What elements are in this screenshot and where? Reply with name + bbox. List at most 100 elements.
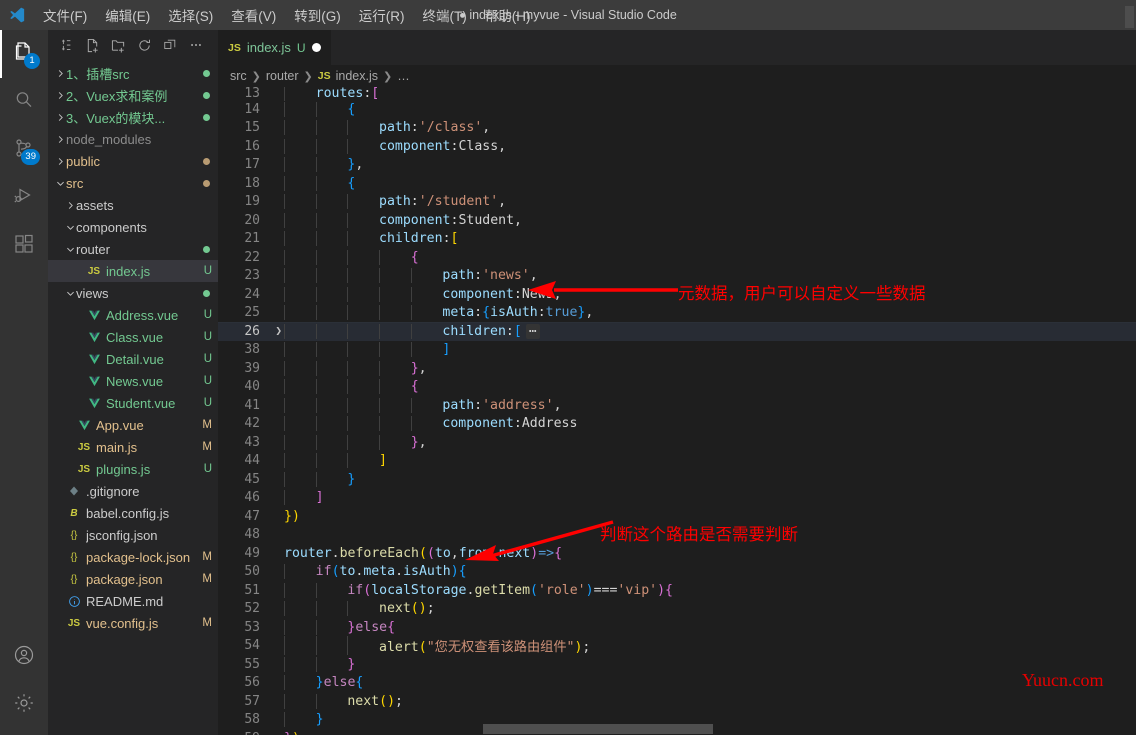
code-line[interactable]: 46] xyxy=(218,489,1136,508)
menu-file[interactable]: 文件(F) xyxy=(34,1,96,29)
menu-go[interactable]: 转到(G) xyxy=(285,1,350,29)
tree-folder-row[interactable]: router xyxy=(48,238,218,260)
code-line[interactable]: 17}, xyxy=(218,156,1136,175)
collapse-all-icon[interactable] xyxy=(162,37,178,53)
code-line[interactable]: 50 if(to.meta.isAuth){ xyxy=(218,563,1136,582)
more-actions-icon[interactable] xyxy=(188,37,204,53)
menu-run[interactable]: 运行(R) xyxy=(350,1,414,29)
code-line[interactable]: 40 { xyxy=(218,378,1136,397)
code-line[interactable]: 39}, xyxy=(218,359,1136,378)
tree-file-row[interactable]: App.vue M xyxy=(48,414,218,436)
code-line[interactable]: 15 path:'/class', xyxy=(218,119,1136,138)
code-line[interactable]: 16 component:Class, xyxy=(218,137,1136,156)
code-line[interactable]: 14 { xyxy=(218,100,1136,119)
code-line[interactable]: 55} xyxy=(218,655,1136,674)
code-line[interactable]: 42 component:Address xyxy=(218,415,1136,434)
code-line[interactable]: 54 alert("您无权查看该路由组件"); xyxy=(218,636,1136,656)
code-line[interactable]: 43}, xyxy=(218,433,1136,452)
chevron-right-icon[interactable] xyxy=(54,156,66,167)
chevron-right-icon[interactable] xyxy=(54,68,66,79)
tree-file-row[interactable]: {} jsconfig.json xyxy=(48,524,218,546)
code-line[interactable]: 22 { xyxy=(218,248,1136,267)
tree-file-row[interactable]: {} package-lock.json M xyxy=(48,546,218,568)
activitybar-settings[interactable] xyxy=(0,681,48,729)
code-line[interactable]: 48 xyxy=(218,526,1136,545)
chevron-right-icon[interactable] xyxy=(64,200,76,211)
code-line[interactable]: 21 children:[ xyxy=(218,230,1136,249)
tree-file-row[interactable]: JS vue.config.js M xyxy=(48,612,218,634)
tree-folder-row[interactable]: components xyxy=(48,216,218,238)
tree-file-row[interactable]: Detail.vue U xyxy=(48,348,218,370)
editor-horizontal-scrollbar[interactable] xyxy=(218,723,1136,735)
file-tree[interactable]: 1、插槽src 2、Vuex求和案例 3、Vuex的模块... node_module… xyxy=(48,60,218,735)
tree-file-row[interactable]: Bbabel.config.js xyxy=(48,502,218,524)
activitybar-search[interactable] xyxy=(0,78,48,126)
code-line[interactable]: 53}else{ xyxy=(218,618,1136,637)
code-line[interactable]: 57 next(); xyxy=(218,692,1136,711)
code-line[interactable]: 41 path:'address', xyxy=(218,396,1136,415)
code-line[interactable]: 38] xyxy=(218,341,1136,360)
new-folder-icon[interactable] xyxy=(110,37,126,53)
code-line[interactable]: 49 router.beforeEach((to,from,next)=>{ xyxy=(218,544,1136,563)
menu-terminal[interactable]: 终端(T) xyxy=(414,1,476,29)
code-editor[interactable]: 13 routes:[14{15 path:'/class', 16 component… xyxy=(218,87,1136,735)
new-file-icon[interactable] xyxy=(84,37,100,53)
tree-folder-row[interactable]: 2、Vuex求和案例 xyxy=(48,84,218,106)
menu-edit[interactable]: 编辑(E) xyxy=(96,1,159,29)
activitybar-account[interactable] xyxy=(0,633,48,681)
scrollbar-thumb[interactable] xyxy=(483,724,713,734)
activitybar-run-debug[interactable] xyxy=(0,174,48,222)
code-line[interactable]: 52 next(); xyxy=(218,600,1136,619)
menu-bar[interactable]: 文件(F) 编辑(E) 选择(S) 查看(V) 转到(G) 运行(R) 终端(T… xyxy=(34,1,540,29)
menu-view[interactable]: 查看(V) xyxy=(222,1,285,29)
activitybar-explorer[interactable]: 1 xyxy=(0,30,48,78)
editor-layout-icon[interactable] xyxy=(58,37,74,53)
tree-folder-row[interactable]: src xyxy=(48,172,218,194)
chevron-right-icon[interactable] xyxy=(54,134,66,145)
tree-file-row[interactable]: JS main.js M xyxy=(48,436,218,458)
tree-folder-row[interactable]: node_modules xyxy=(48,128,218,150)
tree-folder-row[interactable]: public xyxy=(48,150,218,172)
code-line[interactable]: 25 meta:{isAuth:true}, xyxy=(218,304,1136,323)
chevron-right-icon[interactable] xyxy=(54,112,66,123)
code-line[interactable]: 45} xyxy=(218,470,1136,489)
menu-help[interactable]: 帮助(H) xyxy=(476,1,540,29)
code-lines[interactable]: 13 routes:[14{15 path:'/class', 16 component… xyxy=(218,87,1136,735)
code-line[interactable]: 26 ❯ children:[⋯ xyxy=(218,322,1136,341)
code-line[interactable]: 13 routes:[ xyxy=(218,87,1136,101)
tree-file-row[interactable]: README.md xyxy=(48,590,218,612)
tree-file-row[interactable]: JS index.js U xyxy=(48,260,218,282)
breadcrumb-router[interactable]: router xyxy=(266,69,299,83)
code-line[interactable]: 47}) xyxy=(218,507,1136,526)
tree-folder-row[interactable]: 1、插槽src xyxy=(48,62,218,84)
tree-file-row[interactable]: Student.vue U xyxy=(48,392,218,414)
window-controls[interactable] xyxy=(1122,0,1136,30)
breadcrumb-symbol[interactable]: … xyxy=(397,69,410,83)
code-line[interactable]: 56}else{ xyxy=(218,674,1136,693)
refresh-icon[interactable] xyxy=(136,37,152,53)
chevron-down-icon[interactable] xyxy=(64,244,76,255)
breadcrumb[interactable]: src ❯ router ❯ JS index.js ❯ … xyxy=(218,65,1136,87)
tree-file-row[interactable]: .gitignore xyxy=(48,480,218,502)
breadcrumb-src[interactable]: src xyxy=(230,69,247,83)
tree-file-row[interactable]: Address.vue U xyxy=(48,304,218,326)
code-line[interactable]: 44] xyxy=(218,452,1136,471)
tab-dirty-icon[interactable] xyxy=(311,43,321,52)
chevron-down-icon[interactable] xyxy=(54,178,66,189)
folded-region-marker[interactable]: ⋯ xyxy=(525,323,540,339)
menu-selection[interactable]: 选择(S) xyxy=(159,1,222,29)
tab-index-js[interactable]: JS index.js U xyxy=(218,30,332,65)
tree-file-row[interactable]: Class.vue U xyxy=(48,326,218,348)
chevron-down-icon[interactable] xyxy=(64,288,76,299)
code-line[interactable]: 18 { xyxy=(218,174,1136,193)
breadcrumb-index-js[interactable]: index.js xyxy=(336,69,378,83)
code-line[interactable]: 19 path:'/student', xyxy=(218,193,1136,212)
chevron-down-icon[interactable] xyxy=(64,222,76,233)
code-line[interactable]: 23 path:'news', xyxy=(218,267,1136,286)
code-line[interactable]: 20 component:Student, xyxy=(218,211,1136,230)
activitybar-extensions[interactable] xyxy=(0,222,48,270)
tree-file-row[interactable]: JS plugins.js U xyxy=(48,458,218,480)
chevron-right-icon[interactable] xyxy=(54,90,66,101)
tree-file-row[interactable]: News.vue U xyxy=(48,370,218,392)
tree-file-row[interactable]: {} package.json M xyxy=(48,568,218,590)
